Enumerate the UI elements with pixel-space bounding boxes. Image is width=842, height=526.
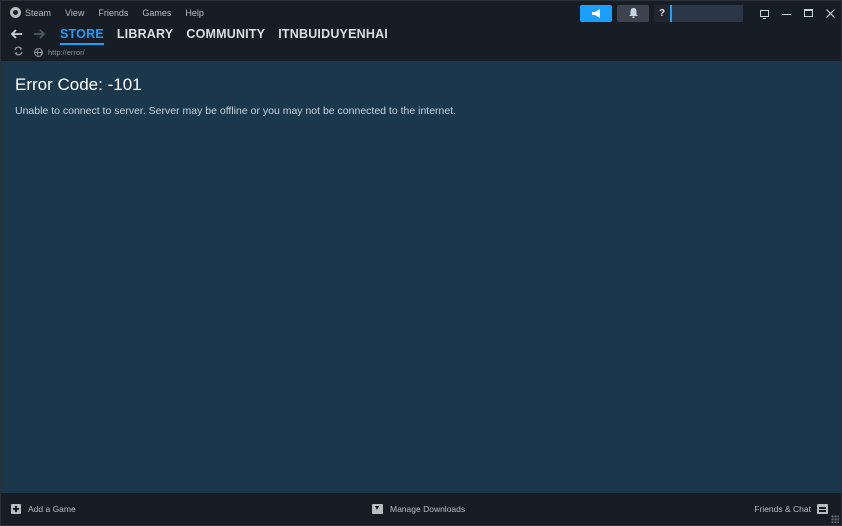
nav-library[interactable]: LIBRARY (117, 27, 174, 42)
menu-bar: Steam View Friends Games Help ? (1, 1, 841, 24)
resize-grip[interactable] (831, 515, 839, 523)
forward-button[interactable] (32, 27, 46, 41)
minimize-icon (781, 13, 791, 15)
announcements-button[interactable] (580, 4, 612, 22)
content-area: Error Code: -101 Unable to connect to se… (1, 61, 841, 493)
maximize-button[interactable] (797, 5, 819, 22)
arrow-right-icon (34, 29, 45, 39)
friends-chat-label: Friends & Chat (754, 504, 811, 514)
manage-downloads-button[interactable]: Manage Downloads (372, 504, 465, 514)
manage-downloads-label: Manage Downloads (390, 504, 466, 514)
download-icon (372, 504, 383, 514)
menu-games[interactable]: Games (142, 8, 171, 18)
nav-community[interactable]: COMMUNITY (186, 27, 265, 42)
menu-friends[interactable]: Friends (98, 8, 128, 18)
add-game-button[interactable]: Add a Game (11, 504, 76, 514)
big-picture-button[interactable] (753, 5, 775, 22)
plus-icon (11, 504, 21, 514)
reload-icon (13, 46, 23, 55)
titlebar-controls: ? (580, 4, 841, 22)
close-icon (825, 8, 835, 18)
nav-store[interactable]: STORE (60, 27, 104, 45)
account-menu[interactable] (670, 4, 743, 22)
add-game-label: Add a Game (28, 504, 76, 514)
arrow-left-icon (11, 29, 22, 39)
megaphone-icon (591, 8, 600, 18)
help-button[interactable]: ? (654, 4, 670, 22)
monitor-icon (759, 9, 769, 19)
reload-button[interactable] (12, 46, 24, 59)
error-message: Unable to connect to server. Server may … (15, 105, 457, 117)
footer-bar: Add a Game Manage Downloads Friends & Ch… (1, 493, 841, 525)
steam-window: Steam View Friends Games Help ? STORE LI… (0, 0, 842, 526)
back-button[interactable] (10, 27, 24, 41)
notifications-button[interactable] (617, 4, 649, 22)
error-title: Error Code: -101 (15, 75, 142, 94)
minimize-button[interactable] (775, 5, 797, 22)
friends-chat-button[interactable]: Friends & Chat (754, 504, 828, 514)
menu-help[interactable]: Help (185, 8, 204, 18)
steam-logo-icon (10, 7, 21, 18)
menu-steam-label: Steam (25, 7, 52, 18)
url-bar: http://error/ (1, 44, 841, 60)
close-button[interactable] (819, 5, 841, 22)
nav-links: STORE LIBRARY COMMUNITY ITNBUIDUYENHAI (60, 27, 401, 45)
nav-bar: STORE LIBRARY COMMUNITY ITNBUIDUYENHAI (1, 24, 841, 45)
globe-icon (34, 47, 43, 57)
menu-view[interactable]: View (65, 8, 84, 18)
url-text[interactable]: http://error/ (48, 48, 85, 57)
bell-icon (628, 8, 638, 18)
maximize-icon (803, 9, 813, 17)
chat-icon (817, 504, 828, 514)
nav-profile[interactable]: ITNBUIDUYENHAI (278, 27, 388, 42)
menu-steam[interactable]: Steam (10, 7, 51, 18)
